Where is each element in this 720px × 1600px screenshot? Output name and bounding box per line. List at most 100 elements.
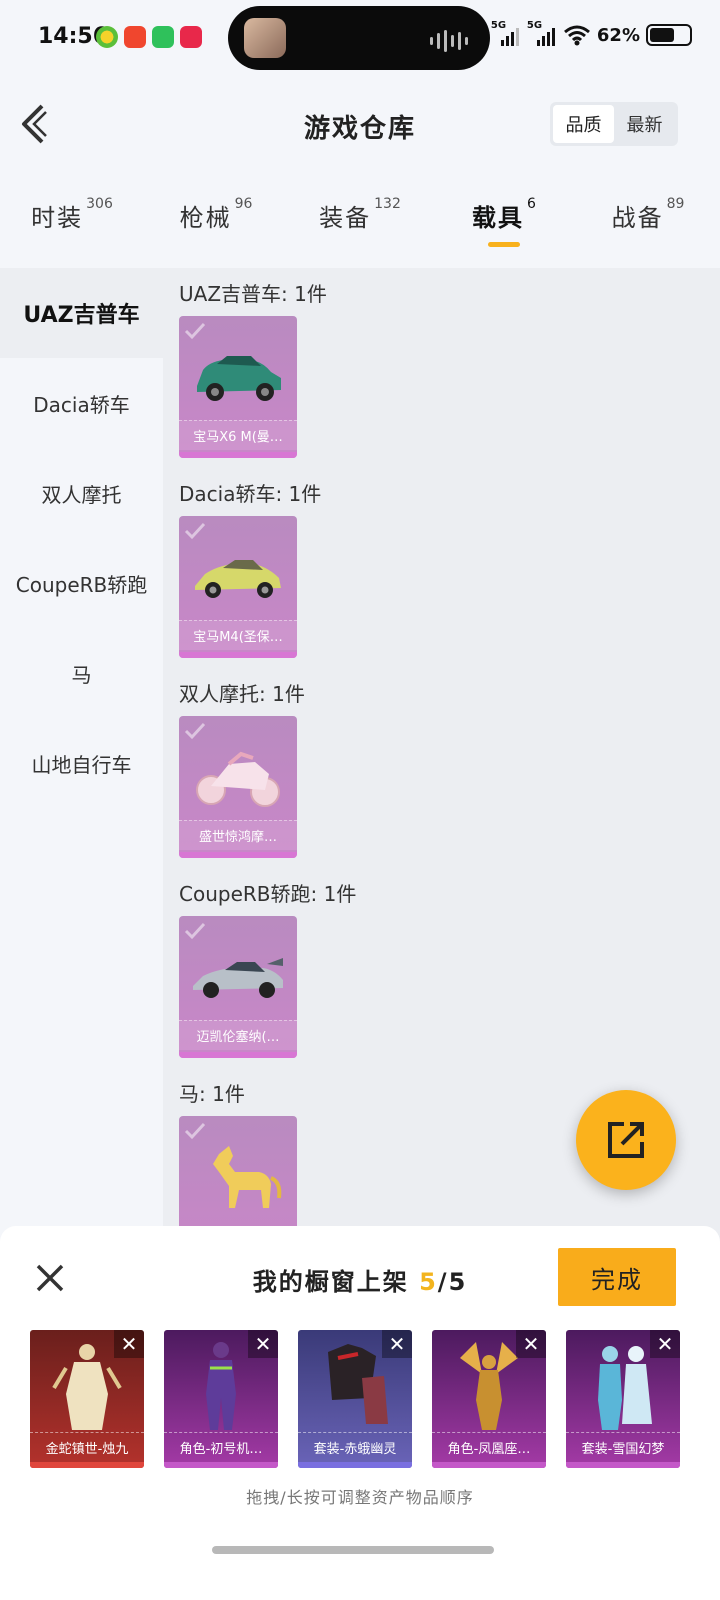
home-indicator[interactable]: [212, 1546, 494, 1554]
tab-count: 6: [527, 196, 536, 212]
sidebar-item-coupe[interactable]: CoupeRB轿跑: [0, 538, 163, 628]
section-title: UAZ吉普车: 1件: [179, 281, 327, 306]
remove-icon[interactable]: ✕: [382, 1330, 412, 1358]
showcase-card[interactable]: ✕ 套装-赤蛾幽灵: [298, 1330, 412, 1468]
app-notification-icon: [96, 26, 118, 48]
showcase-card[interactable]: ✕ 套装-雪国幻梦: [566, 1330, 680, 1468]
showcase-item-name: 角色-初号机…: [164, 1432, 278, 1462]
remove-icon[interactable]: ✕: [248, 1330, 278, 1358]
rarity-strip: [164, 1462, 278, 1468]
share-icon: [608, 1122, 644, 1158]
app-notification-icon: [180, 26, 202, 48]
section-title: CoupeRB轿跑: 1件: [179, 881, 357, 906]
suv-icon: [197, 356, 281, 401]
tab-label: 装备: [319, 204, 372, 232]
motorcycle-icon: [196, 751, 280, 807]
done-button[interactable]: 完成: [558, 1248, 676, 1306]
status-notification-icons: [96, 26, 202, 48]
checkmark-icon: [184, 522, 206, 540]
rarity-strip: [298, 1462, 412, 1468]
item-name: 迈凯伦塞纳(…: [179, 1020, 297, 1050]
vehicle-type-sidebar: UAZ吉普车 Dacia轿车 双人摩托 CoupeRB轿跑 马 山地自行车: [0, 268, 163, 1248]
showcase-total-count: /5: [437, 1268, 468, 1296]
battery-text: 62%: [596, 24, 640, 46]
showcase-card[interactable]: ✕ 金蛇镇世-烛九: [30, 1330, 144, 1468]
sort-option-quality[interactable]: 品质: [553, 105, 614, 143]
status-bar: 14:56 5G 5G 62%: [0, 0, 720, 72]
media-thumbnail: [244, 18, 286, 58]
item-card[interactable]: 宝马X6 M(曼…: [179, 316, 297, 458]
sidebar-item-dacia[interactable]: Dacia轿车: [0, 358, 163, 448]
wechat-icon: [152, 26, 174, 48]
vehicle-section: Dacia轿车: 1件 宝马M4(圣保…: [163, 468, 720, 658]
item-card[interactable]: 迈凯伦塞纳(…: [179, 916, 297, 1058]
showcase-title-text: 我的橱窗上架: [252, 1268, 420, 1296]
share-button[interactable]: [576, 1090, 676, 1190]
character-figure-icon: [460, 1342, 518, 1430]
tab-equipment[interactable]: 装备 132: [288, 180, 432, 260]
checkmark-icon: [184, 1122, 206, 1140]
sports-car-icon: [195, 560, 281, 598]
tab-weapons[interactable]: 枪械 96: [144, 180, 288, 260]
section-title: Dacia轿车: 1件: [179, 481, 322, 506]
character-figure-icon: [206, 1342, 236, 1430]
vehicle-section: UAZ吉普车: 1件 宝马X6 M(曼…: [163, 268, 720, 458]
showcase-item-name: 金蛇镇世-烛九: [30, 1432, 144, 1462]
outfit-icon: [328, 1344, 388, 1424]
rarity-strip: [432, 1462, 546, 1468]
vehicle-section: CoupeRB轿跑: 1件 迈凯伦塞纳(…: [163, 868, 720, 1058]
checkmark-icon: [184, 722, 206, 740]
tab-label: 枪械: [179, 204, 232, 232]
tab-count: 89: [666, 196, 685, 212]
tab-supplies[interactable]: 战备 89: [576, 180, 720, 260]
showcase-item-name: 角色-凤凰座…: [432, 1432, 546, 1462]
signal-icon: 5G: [527, 20, 557, 46]
signal-icon: 5G: [491, 20, 521, 46]
rarity-strip: [566, 1462, 680, 1468]
character-figure-icon: [52, 1344, 122, 1430]
dynamic-island[interactable]: [228, 6, 490, 70]
item-name: 盛世惊鸿摩…: [179, 820, 297, 850]
item-name: 宝马X6 M(曼…: [179, 420, 297, 450]
tab-outfits[interactable]: 时装 306: [0, 180, 144, 260]
item-name: 宝马M4(圣保…: [179, 620, 297, 650]
tab-label: 战备: [611, 204, 664, 232]
rarity-strip: [179, 652, 297, 658]
showcase-item-name: 套装-雪国幻梦: [566, 1432, 680, 1462]
showcase-card[interactable]: ✕ 角色-凤凰座…: [432, 1330, 546, 1468]
header: 游戏仓库 品质 最新: [0, 72, 720, 172]
tab-label: 时装: [31, 204, 84, 232]
horse-icon: [213, 1146, 282, 1208]
active-tab-indicator: [488, 242, 520, 247]
tab-count: 132: [374, 196, 401, 212]
rarity-strip: [30, 1462, 144, 1468]
tab-vehicles[interactable]: 载具 6: [432, 180, 576, 260]
section-title: 双人摩托: 1件: [179, 681, 305, 706]
sort-toggle[interactable]: 品质 最新: [550, 102, 678, 146]
rarity-strip: [179, 1052, 297, 1058]
sort-option-newest[interactable]: 最新: [614, 105, 675, 143]
item-card[interactable]: 宝马M4(圣保…: [179, 516, 297, 658]
app-notification-icon: [124, 26, 146, 48]
sidebar-item-bicycle[interactable]: 山地自行车: [0, 718, 163, 808]
showcase-card[interactable]: ✕ 角色-初号机…: [164, 1330, 278, 1468]
showcase-current-count: 5: [419, 1268, 438, 1296]
remove-icon[interactable]: ✕: [650, 1330, 680, 1358]
tab-count: 96: [234, 196, 253, 212]
wifi-icon: [563, 25, 590, 46]
sidebar-item-motorcycle[interactable]: 双人摩托: [0, 448, 163, 538]
remove-icon[interactable]: ✕: [516, 1330, 546, 1358]
sidebar-item-horse[interactable]: 马: [0, 628, 163, 718]
showcase-item-name: 套装-赤蛾幽灵: [298, 1432, 412, 1462]
remove-icon[interactable]: ✕: [114, 1330, 144, 1358]
showcase-sheet: 我的橱窗上架 5/5 完成 ✕ 金蛇镇世-烛九 ✕ 角色-初号机… ✕ 套装-赤…: [0, 1226, 720, 1600]
status-indicators: 5G 5G 62%: [491, 20, 692, 46]
item-card[interactable]: 盛世惊鸿摩…: [179, 716, 297, 858]
battery-icon: [646, 24, 692, 46]
checkmark-icon: [184, 922, 206, 940]
reorder-hint: 拖拽/长按可调整资产物品顺序: [246, 1488, 474, 1507]
sidebar-item-uaz[interactable]: UAZ吉普车: [0, 268, 163, 358]
vehicle-section: 双人摩托: 1件 盛世惊鸿摩…: [163, 668, 720, 858]
showcase-items: ✕ 金蛇镇世-烛九 ✕ 角色-初号机… ✕ 套装-赤蛾幽灵 ✕ 角色-凤凰座… …: [30, 1330, 680, 1468]
battery-level: [650, 28, 674, 42]
